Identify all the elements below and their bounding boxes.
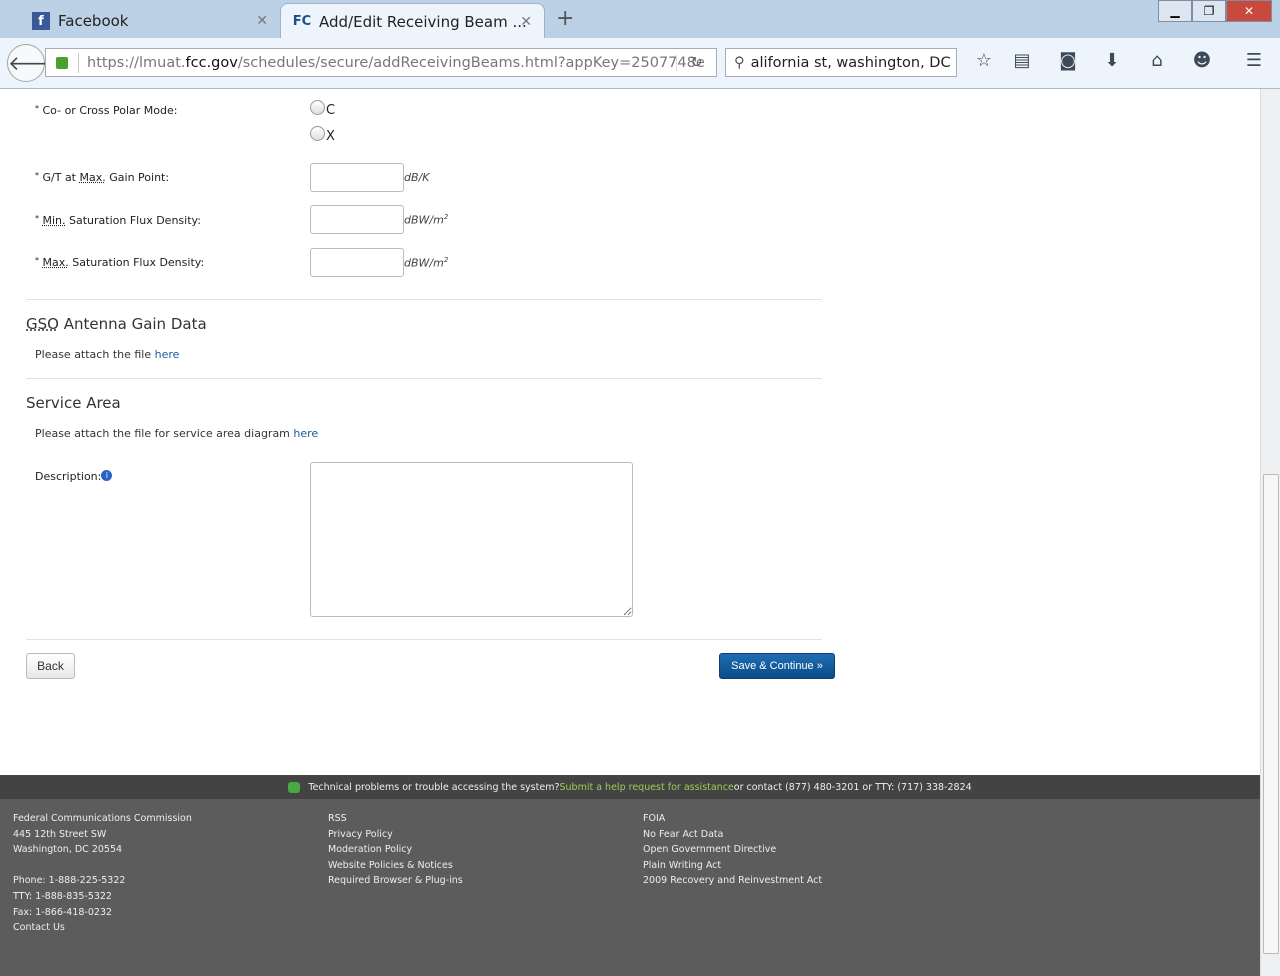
fcc-icon: FC [292, 14, 312, 29]
footer-link[interactable]: RSS [328, 811, 463, 827]
tab-label: Add/Edit Receiving Beam ... [319, 12, 527, 31]
min-sfd-input[interactable] [310, 205, 404, 234]
bookmark-star-icon[interactable]: ☆ [970, 50, 998, 71]
url-path: /schedules/secure/addReceivingBeams.html… [237, 54, 705, 71]
scrollbar-thumb[interactable] [1263, 474, 1279, 954]
lock-icon [56, 56, 68, 69]
search-value: alifornia st, washington, DC [750, 54, 951, 71]
new-tab-button[interactable]: + [556, 6, 574, 31]
footer-link[interactable]: 2009 Recovery and Reinvestment Act [643, 873, 822, 889]
description-textarea[interactable] [310, 462, 633, 617]
download-icon[interactable]: ⬇ [1098, 50, 1126, 71]
restore-button[interactable]: ❐ [1192, 0, 1226, 22]
service-attach-link[interactable]: here [293, 427, 318, 440]
footer-link[interactable]: Contact Us [13, 920, 192, 936]
footer: Federal Communications Commission 445 12t… [0, 799, 1260, 976]
tab-label: Facebook [58, 12, 129, 30]
footer-link: Fax: 1-866-418-0232 [13, 906, 113, 918]
footer-link[interactable]: Moderation Policy [328, 842, 463, 858]
divider [26, 299, 822, 300]
footer-link: Washington, DC 20554 [13, 844, 123, 856]
back-button[interactable]: 🡐 [7, 44, 62, 82]
footer-link: TTY: 1-888-835-5322 [13, 890, 112, 902]
footer-link[interactable]: Required Browser & Plug-ins [328, 873, 463, 889]
tab-facebook[interactable]: f Facebook ✕ [20, 4, 280, 38]
nav-bar: 🡐 https://lmuat. fcc.gov/schedules/secure… [0, 38, 1280, 89]
search-icon: ⚲ [734, 54, 745, 71]
menu-icon[interactable]: ☰ [1240, 50, 1268, 71]
search-bar[interactable]: ⚲alifornia st, washington, DC→ [725, 48, 957, 77]
browser-chrome: f Facebook ✕ FC Add/Edit Receiving Beam … [0, 0, 1280, 89]
gt-input[interactable] [310, 163, 404, 192]
gso-attach-text: Please attach the file here [35, 348, 180, 361]
footer-link [13, 858, 192, 874]
url-host: fcc.gov [185, 54, 238, 71]
gt-label: * G/T at Max. Gain Point: [35, 171, 170, 184]
home-icon[interactable]: ⌂ [1143, 50, 1171, 71]
help-bar: Technical problems or trouble accessing … [0, 775, 1260, 799]
close-tab-icon[interactable]: ✕ [520, 14, 532, 30]
chat-bubble-icon [288, 781, 301, 793]
footer-link[interactable]: No Fear Act Data [643, 827, 822, 843]
max-sfd-label: * Max. Saturation Flux Density: [35, 256, 205, 269]
footer-link[interactable]: Open Government Directive [643, 842, 822, 858]
max-sfd-input[interactable] [310, 248, 404, 277]
minimize-button[interactable]: ▁ [1158, 0, 1192, 22]
divider [26, 639, 822, 640]
reload-icon[interactable]: ↻ [676, 54, 716, 71]
info-icon[interactable]: i [101, 470, 113, 481]
pocket-icon[interactable]: ◙ [1054, 50, 1082, 71]
polar-radio-x[interactable] [310, 126, 325, 141]
divider [26, 378, 822, 379]
footer-link: 445 12th Street SW [13, 828, 107, 840]
footer-link[interactable]: Website Policies & Notices [328, 858, 463, 874]
footer-link[interactable]: Plain Writing Act [643, 858, 822, 874]
gso-heading: GSO Antenna Gain Data [26, 315, 207, 333]
max-sfd-unit: dBW/m2 [404, 256, 449, 270]
gt-unit: dB/K [404, 171, 430, 184]
footer-link: Federal Communications Commission [13, 813, 192, 824]
footer-link[interactable]: FOIA [643, 811, 822, 827]
facebook-icon: f [32, 12, 50, 30]
min-sfd-unit: dBW/m2 [404, 213, 449, 227]
description-label: Description: i [35, 470, 113, 483]
service-attach-text: Please attach the file for service area … [35, 427, 319, 440]
back-button[interactable]: Back [26, 653, 75, 679]
footer-link[interactable]: Privacy Policy [328, 827, 463, 843]
smiley-icon[interactable]: ☻ [1188, 50, 1216, 71]
service-area-heading: Service Area [26, 394, 121, 412]
save-continue-button[interactable]: Save & Continue » [719, 653, 835, 679]
help-request-link[interactable]: Submit a help request for assistance [560, 782, 734, 793]
polar-mode-label: * Co- or Cross Polar Mode: [35, 104, 178, 117]
gso-attach-link[interactable]: here [155, 348, 180, 361]
reading-list-icon[interactable]: ▤ [1008, 50, 1036, 71]
tab-add-edit-receiving-beam[interactable]: FC Add/Edit Receiving Beam ... ✕ [280, 3, 545, 39]
min-sfd-label: * Min. Saturation Flux Density: [35, 214, 201, 227]
radio-label-x: X [326, 129, 335, 144]
url-prefix: https://lmuat. [87, 54, 186, 71]
radio-label-c: C [326, 103, 336, 118]
polar-radio-c[interactable] [310, 100, 325, 115]
close-window-button[interactable]: ✕ [1226, 0, 1272, 22]
scrollbar[interactable] [1260, 89, 1280, 976]
close-tab-icon[interactable]: ✕ [256, 13, 268, 29]
page-content: * Co- or Cross Polar Mode: C X * G/T at … [0, 89, 1260, 976]
url-bar[interactable]: https://lmuat. fcc.gov/schedules/secure/a… [45, 48, 717, 77]
footer-link: Phone: 1-888-225-5322 [13, 875, 126, 887]
